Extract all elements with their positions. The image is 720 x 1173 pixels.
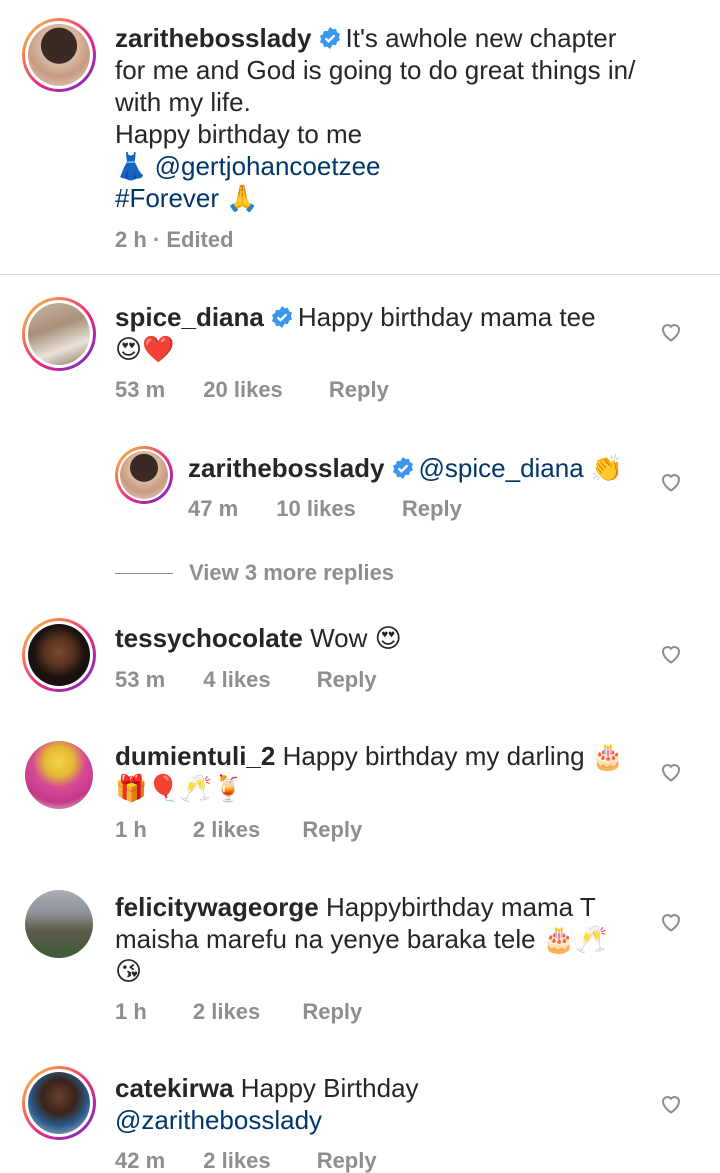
- reply-button[interactable]: Reply: [302, 999, 362, 1025]
- like-count[interactable]: 20 likes: [203, 377, 283, 403]
- heart-icon[interactable]: [659, 1092, 683, 1116]
- comment-time: 42 m: [115, 1148, 166, 1173]
- heart-icon[interactable]: [659, 760, 683, 784]
- username[interactable]: zarithebosslady: [115, 23, 312, 53]
- heart-icon[interactable]: [659, 910, 683, 934]
- avatar[interactable]: [22, 297, 96, 371]
- divider-line: [115, 572, 173, 574]
- heart-icon[interactable]: [659, 320, 683, 344]
- avatar[interactable]: [115, 446, 173, 504]
- comment-time: 53 m: [115, 377, 166, 402]
- heart-eyes-emoji: 😍❤️: [115, 335, 175, 365]
- mention-link[interactable]: @zarithebosslady: [115, 1105, 322, 1135]
- reply-button[interactable]: Reply: [329, 377, 389, 403]
- clap-emoji: 👏: [590, 454, 624, 484]
- mention-link[interactable]: @spice_diana: [419, 453, 584, 483]
- comment-time: 1 h: [115, 999, 147, 1024]
- verified-badge-icon: [392, 457, 413, 479]
- avatar[interactable]: [22, 1066, 96, 1140]
- username[interactable]: zarithebosslady: [188, 453, 385, 483]
- dress-emoji: 👗: [115, 152, 148, 182]
- username[interactable]: dumientuli_2: [115, 741, 275, 771]
- reply-button[interactable]: Reply: [302, 817, 362, 843]
- reply-button[interactable]: Reply: [402, 496, 462, 522]
- view-more-replies-button[interactable]: View 3 more replies: [115, 560, 394, 586]
- hashtag-link[interactable]: #Forever: [115, 183, 219, 213]
- heart-icon[interactable]: [659, 642, 683, 666]
- avatar[interactable]: [25, 890, 93, 958]
- heart-icon[interactable]: [659, 470, 683, 494]
- username[interactable]: felicitywageorge: [115, 892, 319, 922]
- comment-text: Wow: [310, 623, 368, 653]
- username[interactable]: catekirwa: [115, 1073, 234, 1103]
- like-count[interactable]: 4 likes: [203, 667, 270, 693]
- comment-text: Happybirthday mama T: [325, 892, 596, 922]
- verified-badge-icon: [319, 27, 340, 49]
- username[interactable]: tessychocolate: [115, 623, 303, 653]
- username[interactable]: spice_diana: [115, 302, 264, 332]
- avatar[interactable]: [22, 618, 96, 692]
- reply-button[interactable]: Reply: [317, 1148, 377, 1173]
- caption-text: Happy birthday to me: [115, 119, 363, 149]
- cake-emoji: 🎂: [591, 742, 625, 772]
- divider: [0, 274, 720, 275]
- kiss-emoji: 😘: [115, 957, 143, 987]
- comment-text: Happy Birthday: [240, 1073, 419, 1103]
- like-count[interactable]: 2 likes: [203, 1148, 270, 1173]
- heart-eyes-emoji: 😍: [374, 624, 402, 654]
- cake-cheers-emoji: 🎂🥂: [542, 925, 608, 955]
- party-emojis: 🎁🎈🥂🍹: [115, 774, 245, 804]
- like-count[interactable]: 2 likes: [193, 817, 260, 843]
- comment-text: Happy birthday my darling: [282, 741, 585, 771]
- view-replies-label: View 3 more replies: [189, 560, 395, 585]
- comment-text: Happy birthday mama tee: [297, 302, 596, 332]
- post-meta: 2 h · Edited: [115, 227, 234, 252]
- reply-button[interactable]: Reply: [317, 667, 377, 693]
- mention-link[interactable]: @gertjohancoetzee: [155, 151, 381, 181]
- pray-emoji: 🙏: [226, 184, 259, 214]
- avatar[interactable]: [25, 741, 93, 809]
- caption-text: for me and God is going to do great thin…: [115, 55, 636, 85]
- caption-text: with my life.: [115, 87, 251, 117]
- comment-text: maisha marefu na yenye baraka tele: [115, 924, 536, 954]
- caption-text: It's awhole new chapter: [345, 23, 617, 53]
- like-count[interactable]: 2 likes: [193, 999, 260, 1025]
- comment-time: 1 h: [115, 817, 147, 842]
- avatar[interactable]: [22, 18, 96, 92]
- verified-badge-icon: [271, 306, 292, 328]
- like-count[interactable]: 10 likes: [276, 496, 356, 522]
- comment-time: 47 m: [188, 496, 239, 521]
- comment-time: 53 m: [115, 667, 166, 692]
